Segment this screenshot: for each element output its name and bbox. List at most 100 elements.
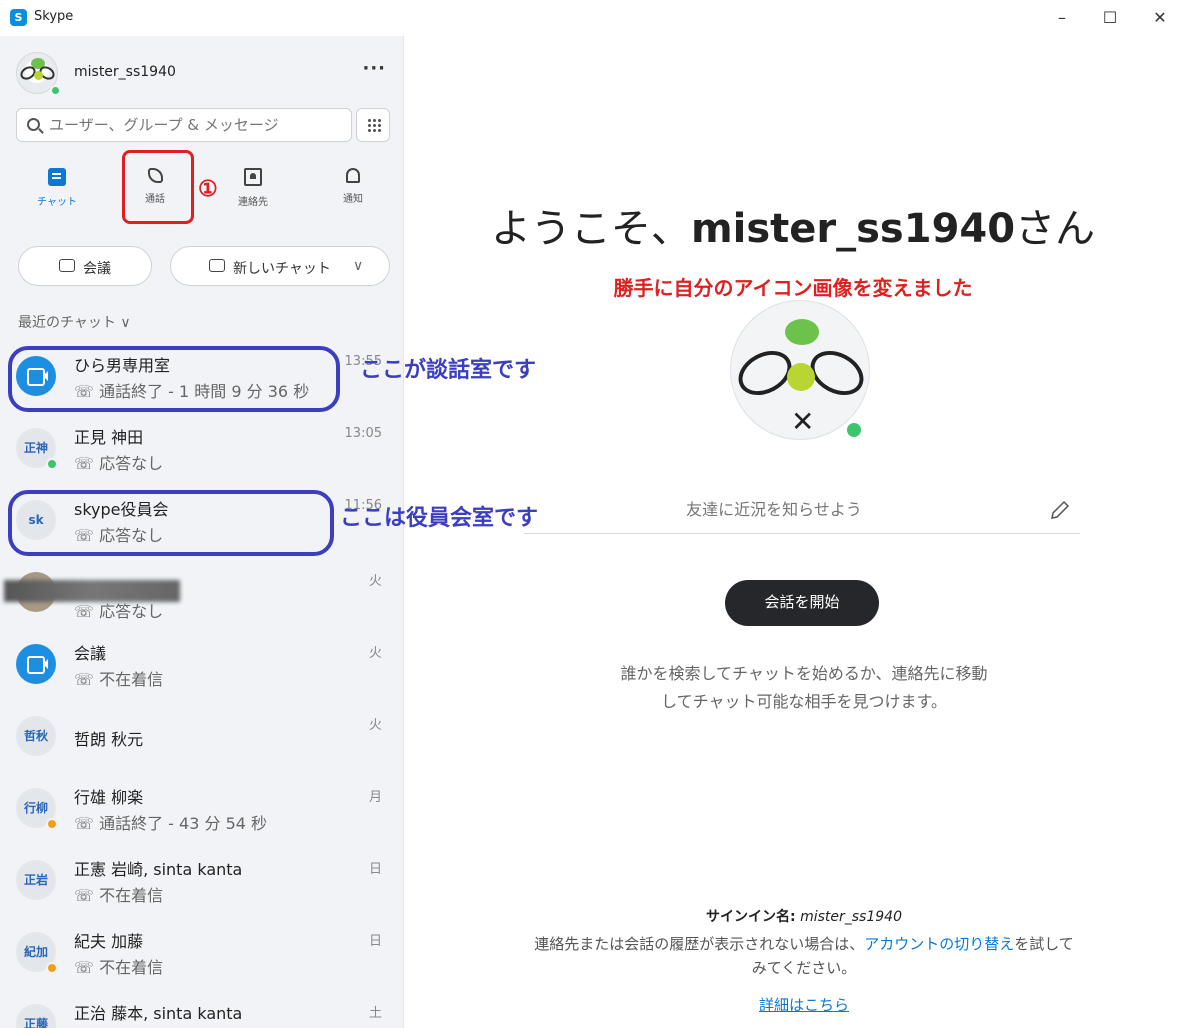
avatar: 正藤 [16,1004,56,1028]
title-bar: S Skype – ☐ ✕ [0,0,1182,36]
chat-subtitle: ☏ 不在着信 [74,954,163,978]
signin-value: mister_ss1940 [800,909,902,925]
list-item[interactable]: 紀加 紀夫 加藤 ☏ 不在着信 日 [0,918,403,990]
list-item[interactable]: 正岩 正憲 岩崎, sinta kanta ☏ 不在着信 日 [0,846,403,918]
chat-time: 13:05 [344,426,382,441]
compose-icon [209,259,225,272]
away-status-icon [46,818,58,830]
skype-logo-icon: S [10,9,27,26]
frog-icon [785,319,819,345]
contacts-icon [244,168,262,186]
profile-avatar-large[interactable]: ✕ [730,300,870,440]
chat-time: 火 [368,646,382,661]
welcome-prefix: ようこそ、 [490,206,691,252]
avatar: 正岩 [16,860,56,900]
chat-time: 火 [368,718,382,733]
welcome-heading: ようこそ、mister_ss1940さん [404,196,1182,254]
tab-notifications[interactable]: 通知 [318,168,388,218]
tab-chat[interactable]: チャット [22,168,92,218]
call-ended-icon: ☏ [74,814,100,833]
missed-call-icon: ☏ [74,670,100,689]
list-item[interactable]: 行柳 行雄 柳楽 ☏ 通話終了 - 43 分 54 秒 月 [0,774,403,846]
hint-line: 誰かを検索してチャットを始めるか、連絡先に移動 [620,664,988,683]
chat-subtitle: ☏ 通話終了 - 43 分 54 秒 [74,810,267,834]
learn-more-link[interactable]: 詳細はこちら [404,994,1182,1015]
annotation-blue-box [8,346,340,412]
empty-state-hint: 誰かを検索してチャットを始めるか、連絡先に移動 してチャット可能な相手を見つけま… [404,660,1182,716]
new-chat-button-label: 新しいチャット [233,261,331,277]
mood-message-field[interactable] [524,494,1080,534]
tennis-ball-icon [787,363,815,391]
chat-subtitle-text: 不在着信 [99,958,164,977]
missed-call-icon: ☏ [74,958,100,977]
chat-subtitle-text: 通話終了 - 43 分 54 秒 [99,814,268,833]
footer-text: 連絡先または会話の履歴が表示されない場合は、 [534,935,865,953]
chat-subtitle-text: 応答なし [99,602,164,621]
avatar: 哲秋 [16,716,56,756]
chat-title: 正見 神田 [74,428,144,447]
annotation-step-number: ① [198,176,218,202]
online-status-icon [50,85,61,96]
list-item[interactable]: 正神 正見 神田 ☏ 応答なし 13:05 [0,414,403,486]
missed-call-icon: ☏ [74,602,100,621]
chat-subtitle-text: 応答なし [99,454,164,473]
search-box[interactable] [16,108,352,142]
chevron-down-icon: ∨ [120,315,131,331]
chat-time: 月 [368,790,382,805]
video-camera-icon [59,259,75,272]
chat-title: 行雄 柳楽 [74,788,144,807]
tab-contacts[interactable]: 連絡先 [218,168,288,218]
missed-call-icon: ☏ [74,886,100,905]
search-icon [27,118,40,131]
list-item[interactable]: 会議 ☏ 不在着信 火 [0,630,403,702]
chat-time: 日 [368,862,382,877]
tab-notifications-label: 通知 [343,194,363,205]
profile-header[interactable]: mister_ss1940 ··· [16,50,396,96]
bell-icon [346,168,360,183]
chat-title: 紀夫 加藤 [74,932,144,951]
welcome-suffix: さん [1015,206,1096,252]
annotation-lounge-label: ここが談話室です [360,358,537,383]
annotation-icon-note: 勝手に自分のアイコン画像を変えました [613,276,973,300]
chat-time: 火 [368,574,382,589]
chat-subtitle-text: 不在着信 [99,670,164,689]
switch-account-link[interactable]: アカウントの切り替え [864,935,1014,953]
new-chat-button[interactable]: 新しいチャット ∨ [170,246,390,286]
list-item[interactable]: 正藤 正治 藤本, sinta kanta 土 [0,990,403,1028]
mood-message-input[interactable] [524,500,1024,519]
annotation-board-room-label: ここは役員会室です [340,506,539,531]
chat-subtitle: ☏ 不在着信 [74,666,163,690]
profile-name[interactable]: mister_ss1940 [74,64,176,80]
tab-chat-label: チャット [37,197,77,208]
chat-title: 正憲 岩崎, sinta kanta [74,860,243,879]
maximize-button[interactable]: ☐ [1090,4,1130,32]
annotation-red-box [122,150,194,224]
dialpad-button[interactable] [356,108,390,142]
chat-title: 会議 [74,644,107,663]
redacted-name [4,580,180,602]
pencil-icon[interactable] [1048,498,1072,522]
annotation-blue-box [8,490,334,556]
signin-name: サインイン名: mister_ss1940 [404,906,1182,926]
chat-subtitle: ☏ 不在着信 [74,882,163,906]
more-options-button[interactable]: ··· [362,58,386,79]
close-button[interactable]: ✕ [1140,4,1180,32]
welcome-name: mister_ss1940 [690,206,1016,252]
footer-text: みてください。 [751,959,857,977]
recent-chats-header[interactable]: 最近のチャット ∨ [18,312,131,332]
list-item[interactable]: 哲秋 哲朗 秋元 火 [0,702,403,774]
meeting-button[interactable]: 会議 [18,246,152,286]
dialpad-icon [367,118,381,132]
chat-subtitle: ☏ 応答なし [74,450,163,474]
start-conversation-button[interactable]: 会話を開始 [725,580,879,626]
chevron-down-icon[interactable]: ∨ [353,258,363,274]
footer-text: を試して [1014,935,1074,953]
chat-icon [48,168,66,186]
away-status-icon [46,962,58,974]
search-input[interactable] [49,116,339,134]
account-switch-hint: 連絡先または会話の履歴が表示されない場合は、アカウントの切り替えを試してみてくだ… [454,932,1154,980]
crossed-handles-icon: ✕ [791,405,815,438]
chat-subtitle-text: 不在着信 [99,886,164,905]
tab-contacts-label: 連絡先 [238,197,268,208]
minimize-button[interactable]: – [1042,4,1082,32]
